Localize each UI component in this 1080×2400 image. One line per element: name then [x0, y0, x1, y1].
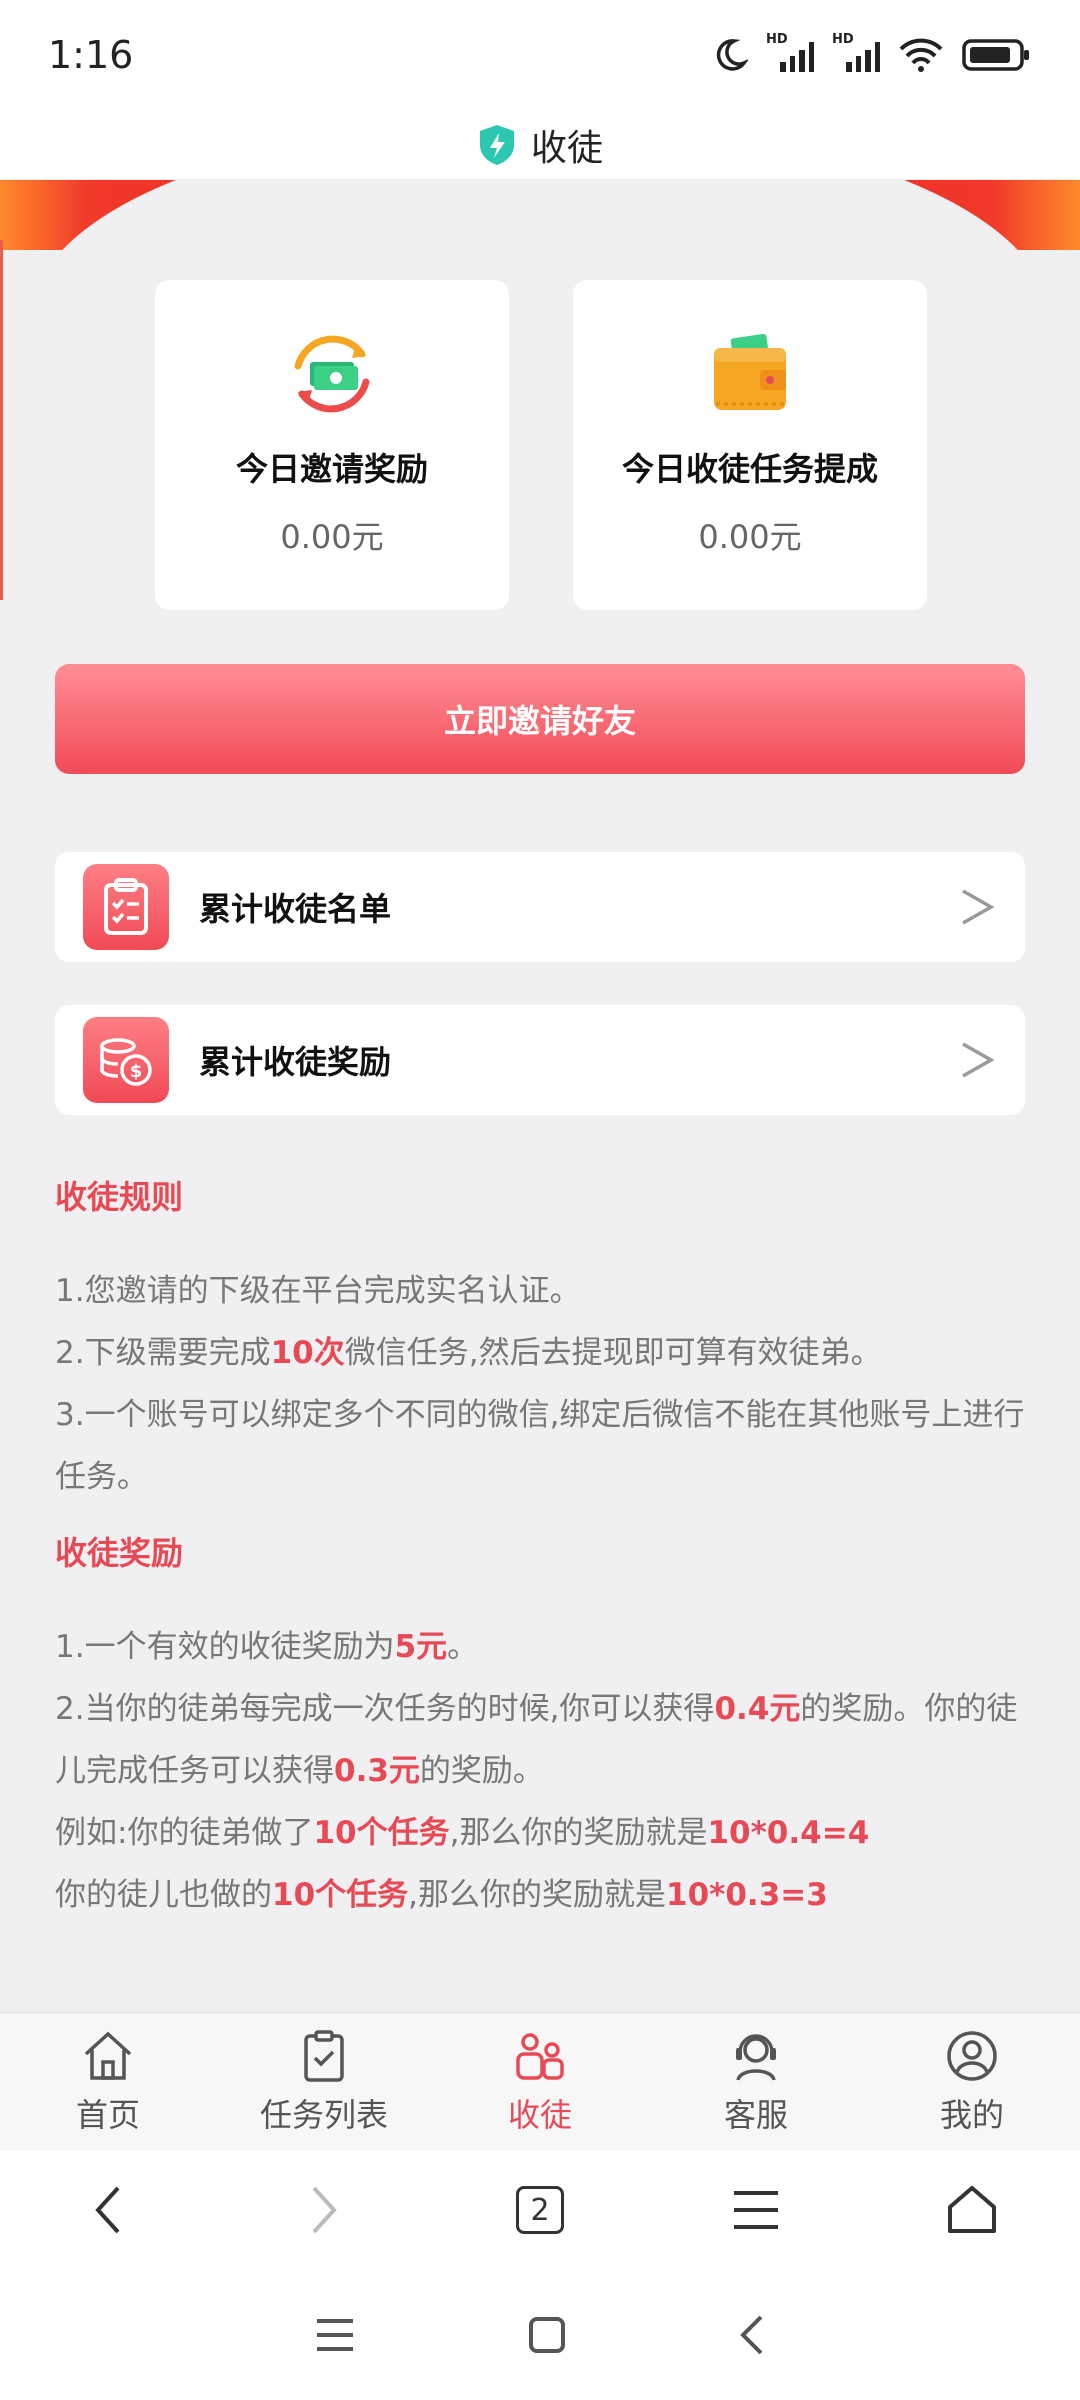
browser-menu-button[interactable] [648, 2187, 864, 2233]
rules-text: 1.您邀请的下级在平台完成实名认证。 2.下级需要完成10次微信任务,然后去提现… [55, 1260, 1025, 1508]
tab-profile[interactable]: 我的 [864, 2028, 1080, 2136]
card-invite-reward[interactable]: 今日邀请奖励 0.00元 [155, 280, 509, 610]
list-item-label: 累计收徒名单 [199, 890, 392, 928]
rewards-text: 1.一个有效的收徒奖励为5元。 2.当你的徒弟每完成一次任务的时候,你可以获得0… [55, 1616, 1025, 1926]
browser-toolbar: 2 [0, 2150, 1080, 2270]
checklist-icon [83, 864, 169, 950]
page-title: 收徒 [530, 127, 603, 169]
money-exchange-icon [294, 335, 370, 413]
reward-example: 你的徒儿也做的10个任务,那么你的奖励就是10*0.3=3 [55, 1877, 828, 1913]
tab-home[interactable]: 首页 [0, 2028, 216, 2136]
chevron-left-icon [95, 2186, 120, 2234]
bottom-tab-bar: 首页 任务列表 收徒 客服 我的 [0, 2012, 1080, 2150]
battery-icon [962, 39, 1029, 71]
tab-disciple[interactable]: 收徒 [432, 2028, 648, 2136]
user-icon [947, 2030, 997, 2081]
chevron-right-icon [962, 1042, 995, 1078]
chevron-right-icon [312, 2186, 337, 2234]
back-icon[interactable] [737, 2313, 767, 2357]
list-item-disciple-list[interactable]: 累计收徒名单 [55, 852, 1025, 962]
reward-example: 例如:你的徒弟做了10个任务,那么你的奖励就是10*0.4=4 [55, 1815, 870, 1851]
people-icon [516, 2032, 564, 2080]
card-task-commission[interactable]: 今日收徒任务提成 0.00元 [573, 280, 927, 610]
wallet-icon [714, 334, 786, 410]
home-icon [948, 2186, 996, 2233]
rule-line: 3.一个账号可以绑定多个不同的微信,绑定后微信不能在其他账号上进行任务。 [55, 1397, 1025, 1495]
customer-service-icon [736, 2033, 776, 2081]
moon-icon [716, 39, 748, 71]
signal-icon: HD [766, 32, 814, 72]
card-label: 今日收徒任务提成 [621, 450, 878, 488]
list-item-disciple-reward[interactable]: $ 累计收徒奖励 [55, 1005, 1025, 1115]
rewards-title: 收徒奖励 [55, 1534, 184, 1572]
home-icon [84, 2031, 132, 2080]
main-content: 今日邀请奖励 0.00元 今日收徒任务提成 0.00元 立即邀请好友 累计收徒名… [0, 180, 1080, 2012]
status-time: 1:16 [48, 33, 134, 77]
task-list-icon [304, 2029, 344, 2082]
status-icons: HD HD [712, 32, 1032, 73]
tab-task-list[interactable]: 任务列表 [216, 2028, 432, 2136]
title-bar: 收徒 [0, 110, 1080, 180]
chevron-right-icon [962, 889, 995, 925]
system-nav-bar [0, 2270, 1080, 2400]
card-value: 0.00元 [280, 518, 384, 556]
browser-home-button[interactable] [864, 2183, 1080, 2237]
status-bar: 1:16 HD HD [0, 0, 1080, 110]
reward-line: 2.当你的徒弟每完成一次任务的时候,你可以获得0.4元的奖励。你的徒儿完成任务可… [55, 1691, 1018, 1789]
tab-customer-service[interactable]: 客服 [648, 2028, 864, 2136]
list-item-label: 累计收徒奖励 [199, 1043, 392, 1081]
browser-tabs-button[interactable]: 2 [432, 2186, 648, 2234]
wifi-icon [899, 38, 943, 72]
rule-line: 2.下级需要完成10次微信任务,然后去提现即可算有效徒弟。 [55, 1335, 882, 1371]
coins-icon: $ [83, 1017, 169, 1103]
shield-bolt-icon [479, 124, 514, 165]
recent-apps-icon[interactable] [313, 2315, 357, 2355]
menu-icon [734, 2191, 778, 2229]
card-value: 0.00元 [698, 518, 802, 556]
tab-count-icon: 2 [516, 2186, 564, 2234]
reward-line: 1.一个有效的收徒奖励为5元。 [55, 1629, 479, 1665]
rules-title: 收徒规则 [55, 1178, 184, 1216]
svg-text:$: $ [130, 1061, 143, 1082]
rule-line: 1.您邀请的下级在平台完成实名认证。 [55, 1273, 581, 1309]
browser-back-button[interactable] [0, 2182, 216, 2238]
card-label: 今日邀请奖励 [235, 450, 428, 488]
invite-friends-button[interactable]: 立即邀请好友 [55, 664, 1025, 774]
signal-icon: HD [832, 32, 880, 72]
browser-forward-button[interactable] [216, 2182, 432, 2238]
home-square-icon[interactable] [527, 2315, 567, 2355]
